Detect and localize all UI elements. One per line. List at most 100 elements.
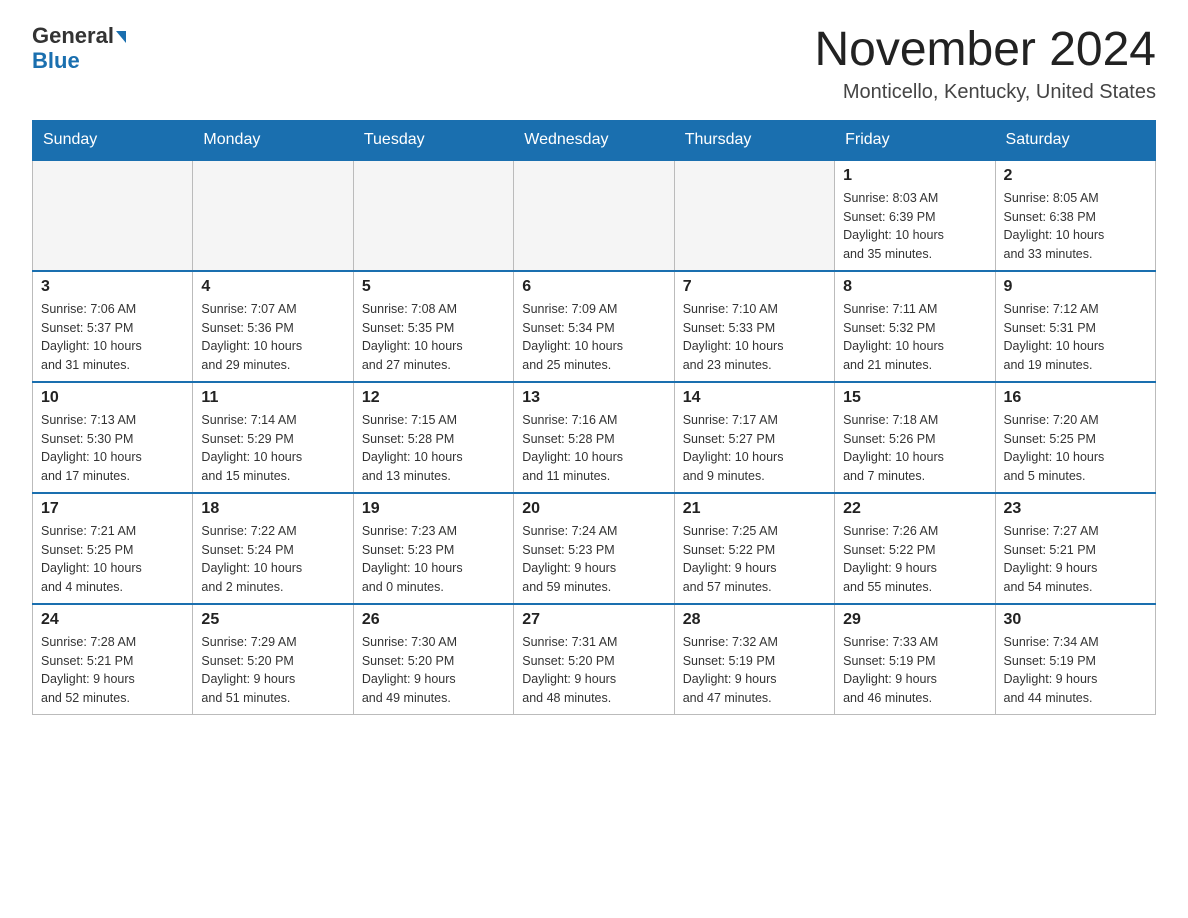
day-info: Sunrise: 7:09 AMSunset: 5:34 PMDaylight:… [522, 300, 665, 375]
weekday-header-thursday: Thursday [674, 120, 834, 160]
day-number: 26 [362, 611, 505, 629]
day-info: Sunrise: 7:07 AMSunset: 5:36 PMDaylight:… [201, 300, 344, 375]
calendar-cell: 26 Sunrise: 7:30 AMSunset: 5:20 PMDayligh… [353, 604, 513, 715]
day-number: 16 [1004, 389, 1147, 407]
day-number: 13 [522, 389, 665, 407]
calendar-cell [193, 160, 353, 271]
calendar-cell: 12 Sunrise: 7:15 AMSunset: 5:28 PMDayligh… [353, 382, 513, 493]
day-number: 27 [522, 611, 665, 629]
calendar-cell: 8Sunrise: 7:11 AMSunset: 5:32 PMDaylight… [835, 271, 995, 382]
day-number: 20 [522, 500, 665, 518]
logo-triangle-icon [116, 31, 126, 43]
day-number: 25 [201, 611, 344, 629]
day-number: 21 [683, 500, 826, 518]
day-number: 17 [41, 500, 184, 518]
day-info: Sunrise: 7:25 AMSunset: 5:22 PMDaylight:… [683, 522, 826, 597]
title-block: November 2024 Monticello, Kentucky, Unit… [814, 24, 1156, 104]
week-row-5: 24Sunrise: 7:28 AMSunset: 5:21 PMDayligh… [33, 604, 1156, 715]
day-info: Sunrise: 7:15 AMSunset: 5:28 PMDaylight:… [362, 411, 505, 486]
day-number: 1 [843, 167, 986, 185]
calendar-cell: 3 Sunrise: 7:06 AMSunset: 5:37 PMDaylight… [33, 271, 193, 382]
day-number: 5 [362, 278, 505, 296]
calendar-cell [33, 160, 193, 271]
day-number: 18 [201, 500, 344, 518]
logo: General Blue [32, 24, 126, 74]
calendar-cell [353, 160, 513, 271]
day-info: Sunrise: 7:33 AMSunset: 5:19 PMDaylight:… [843, 633, 986, 708]
day-info: Sunrise: 7:06 AMSunset: 5:37 PMDaylight:… [41, 300, 184, 375]
calendar-cell: 20Sunrise: 7:24 AMSunset: 5:23 PMDayligh… [514, 493, 674, 604]
day-info: Sunrise: 7:30 AMSunset: 5:20 PMDaylight:… [362, 633, 505, 708]
weekday-header-monday: Monday [193, 120, 353, 160]
calendar-cell: 28 Sunrise: 7:32 AMSunset: 5:19 PMDayligh… [674, 604, 834, 715]
calendar-cell: 5 Sunrise: 7:08 AMSunset: 5:35 PMDaylight… [353, 271, 513, 382]
day-number: 4 [201, 278, 344, 296]
week-row-3: 10 Sunrise: 7:13 AMSunset: 5:30 PMDayligh… [33, 382, 1156, 493]
page-subtitle: Monticello, Kentucky, United States [814, 81, 1156, 104]
calendar-cell: 13 Sunrise: 7:16 AMSunset: 5:28 PMDayligh… [514, 382, 674, 493]
day-info: Sunrise: 7:21 AMSunset: 5:25 PMDaylight:… [41, 522, 184, 597]
calendar-cell: 17 Sunrise: 7:21 AMSunset: 5:25 PMDayligh… [33, 493, 193, 604]
day-info: Sunrise: 7:22 AMSunset: 5:24 PMDaylight:… [201, 522, 344, 597]
calendar-cell: 2 Sunrise: 8:05 AMSunset: 6:38 PMDaylight… [995, 160, 1155, 271]
calendar-cell: 11Sunrise: 7:14 AMSunset: 5:29 PMDayligh… [193, 382, 353, 493]
day-info: Sunrise: 7:13 AMSunset: 5:30 PMDaylight:… [41, 411, 184, 486]
calendar-cell: 16Sunrise: 7:20 AMSunset: 5:25 PMDayligh… [995, 382, 1155, 493]
day-info: Sunrise: 7:12 AMSunset: 5:31 PMDaylight:… [1004, 300, 1147, 375]
day-number: 29 [843, 611, 986, 629]
calendar-cell [674, 160, 834, 271]
day-number: 2 [1004, 167, 1147, 185]
day-number: 10 [41, 389, 184, 407]
weekday-header-sunday: Sunday [33, 120, 193, 160]
calendar-cell: 10 Sunrise: 7:13 AMSunset: 5:30 PMDayligh… [33, 382, 193, 493]
day-number: 12 [362, 389, 505, 407]
day-info: Sunrise: 7:18 AMSunset: 5:26 PMDaylight:… [843, 411, 986, 486]
day-number: 23 [1004, 500, 1147, 518]
week-row-1: 1 Sunrise: 8:03 AMSunset: 6:39 PMDaylight… [33, 160, 1156, 271]
calendar-cell: 15Sunrise: 7:18 AMSunset: 5:26 PMDayligh… [835, 382, 995, 493]
page-title: November 2024 [814, 24, 1156, 77]
day-info: Sunrise: 8:05 AMSunset: 6:38 PMDaylight:… [1004, 189, 1147, 264]
calendar-cell: 7 Sunrise: 7:10 AMSunset: 5:33 PMDaylight… [674, 271, 834, 382]
calendar-cell: 30Sunrise: 7:34 AMSunset: 5:19 PMDayligh… [995, 604, 1155, 715]
day-number: 7 [683, 278, 826, 296]
day-number: 30 [1004, 611, 1147, 629]
calendar-cell: 18 Sunrise: 7:22 AMSunset: 5:24 PMDayligh… [193, 493, 353, 604]
day-info: Sunrise: 7:26 AMSunset: 5:22 PMDaylight:… [843, 522, 986, 597]
logo-line2: Blue [32, 48, 80, 74]
day-info: Sunrise: 7:08 AMSunset: 5:35 PMDaylight:… [362, 300, 505, 375]
day-number: 24 [41, 611, 184, 629]
day-info: Sunrise: 7:17 AMSunset: 5:27 PMDaylight:… [683, 411, 826, 486]
calendar-table: SundayMondayTuesdayWednesdayThursdayFrid… [32, 120, 1156, 715]
day-info: Sunrise: 7:16 AMSunset: 5:28 PMDaylight:… [522, 411, 665, 486]
calendar-cell: 25 Sunrise: 7:29 AMSunset: 5:20 PMDayligh… [193, 604, 353, 715]
calendar-cell: 27 Sunrise: 7:31 AMSunset: 5:20 PMDayligh… [514, 604, 674, 715]
calendar-cell: 19Sunrise: 7:23 AMSunset: 5:23 PMDayligh… [353, 493, 513, 604]
day-info: Sunrise: 7:31 AMSunset: 5:20 PMDaylight:… [522, 633, 665, 708]
day-info: Sunrise: 7:32 AMSunset: 5:19 PMDaylight:… [683, 633, 826, 708]
day-number: 8 [843, 278, 986, 296]
calendar-header-row: SundayMondayTuesdayWednesdayThursdayFrid… [33, 120, 1156, 160]
day-info: Sunrise: 7:10 AMSunset: 5:33 PMDaylight:… [683, 300, 826, 375]
logo-line1: General [32, 24, 126, 48]
day-info: Sunrise: 8:03 AMSunset: 6:39 PMDaylight:… [843, 189, 986, 264]
calendar-cell: 4 Sunrise: 7:07 AMSunset: 5:36 PMDaylight… [193, 271, 353, 382]
calendar-cell: 23Sunrise: 7:27 AMSunset: 5:21 PMDayligh… [995, 493, 1155, 604]
calendar-cell [514, 160, 674, 271]
calendar-cell: 24Sunrise: 7:28 AMSunset: 5:21 PMDayligh… [33, 604, 193, 715]
calendar-cell: 9Sunrise: 7:12 AMSunset: 5:31 PMDaylight… [995, 271, 1155, 382]
header: General Blue November 2024 Monticello, K… [32, 24, 1156, 104]
calendar-cell: 14Sunrise: 7:17 AMSunset: 5:27 PMDayligh… [674, 382, 834, 493]
day-number: 11 [201, 389, 344, 407]
calendar-cell: 6 Sunrise: 7:09 AMSunset: 5:34 PMDaylight… [514, 271, 674, 382]
weekday-header-saturday: Saturday [995, 120, 1155, 160]
day-number: 3 [41, 278, 184, 296]
calendar-cell: 22 Sunrise: 7:26 AMSunset: 5:22 PMDayligh… [835, 493, 995, 604]
day-number: 28 [683, 611, 826, 629]
day-info: Sunrise: 7:29 AMSunset: 5:20 PMDaylight:… [201, 633, 344, 708]
weekday-header-friday: Friday [835, 120, 995, 160]
day-number: 6 [522, 278, 665, 296]
day-number: 22 [843, 500, 986, 518]
week-row-4: 17 Sunrise: 7:21 AMSunset: 5:25 PMDayligh… [33, 493, 1156, 604]
week-row-2: 3 Sunrise: 7:06 AMSunset: 5:37 PMDaylight… [33, 271, 1156, 382]
